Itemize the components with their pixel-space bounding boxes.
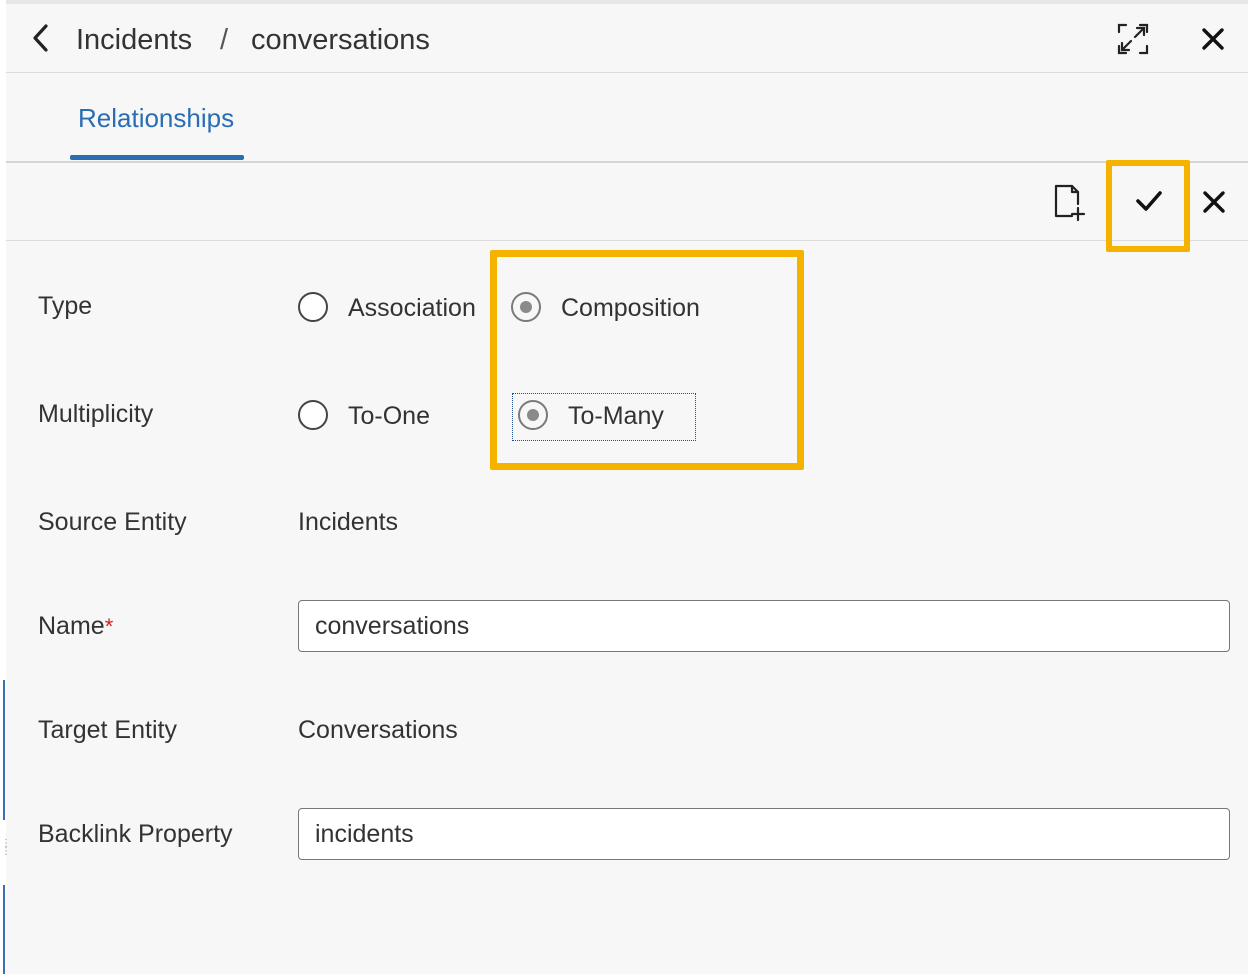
target-entity-value: Conversations (298, 716, 458, 744)
tab-relationships[interactable]: Relationships (70, 73, 244, 161)
new-item-button[interactable] (1050, 182, 1088, 222)
radio-association-label[interactable]: Association (348, 294, 476, 323)
radio-to-many-label[interactable]: To-Many (568, 402, 664, 431)
close-icon (1202, 28, 1224, 50)
panel-header (6, 4, 1248, 73)
name-label: Name* (38, 612, 113, 641)
source-entity-value: Incidents (298, 508, 399, 536)
rail-accent-line (3, 680, 5, 820)
chevron-left-icon (33, 24, 48, 52)
new-document-icon (1054, 184, 1086, 222)
radio-composition[interactable] (511, 292, 541, 322)
required-indicator: * (104, 614, 114, 639)
active-tab-indicator (70, 155, 244, 160)
source-entity-label: Source Entity (38, 508, 187, 536)
close-panel-button[interactable] (1196, 22, 1230, 56)
tab-relationships-label: Relationships (78, 103, 235, 133)
name-label-text: Name (38, 612, 105, 640)
radio-to-one-label[interactable]: To-One (348, 402, 430, 431)
breadcrumb-conversations: conversations (251, 24, 430, 56)
name-input[interactable] (298, 600, 1230, 652)
resize-handle-icon[interactable]: ⋮ ⋮ (1, 839, 11, 874)
radio-to-one[interactable] (298, 400, 328, 430)
multiplicity-label: Multiplicity (38, 400, 154, 428)
radio-composition-label[interactable]: Composition (561, 294, 700, 323)
back-button[interactable] (28, 20, 58, 56)
close-icon (1203, 191, 1225, 213)
expand-button[interactable] (1114, 20, 1152, 58)
type-label: Type (38, 292, 93, 320)
radio-association[interactable] (298, 292, 328, 322)
breadcrumb-incidents[interactable]: Incidents (76, 24, 192, 57)
expand-icon (1117, 23, 1149, 55)
backlink-property-input[interactable] (298, 808, 1230, 860)
confirm-button[interactable] (1112, 164, 1184, 240)
checkmark-icon (1136, 191, 1162, 211)
rail-accent-line-lower (3, 885, 5, 974)
radio-to-many[interactable] (518, 400, 548, 430)
cancel-button[interactable] (1196, 184, 1232, 220)
target-entity-label: Target Entity (38, 716, 177, 744)
breadcrumb-separator: / (220, 24, 229, 56)
backlink-property-label: Backlink Property (38, 820, 233, 848)
